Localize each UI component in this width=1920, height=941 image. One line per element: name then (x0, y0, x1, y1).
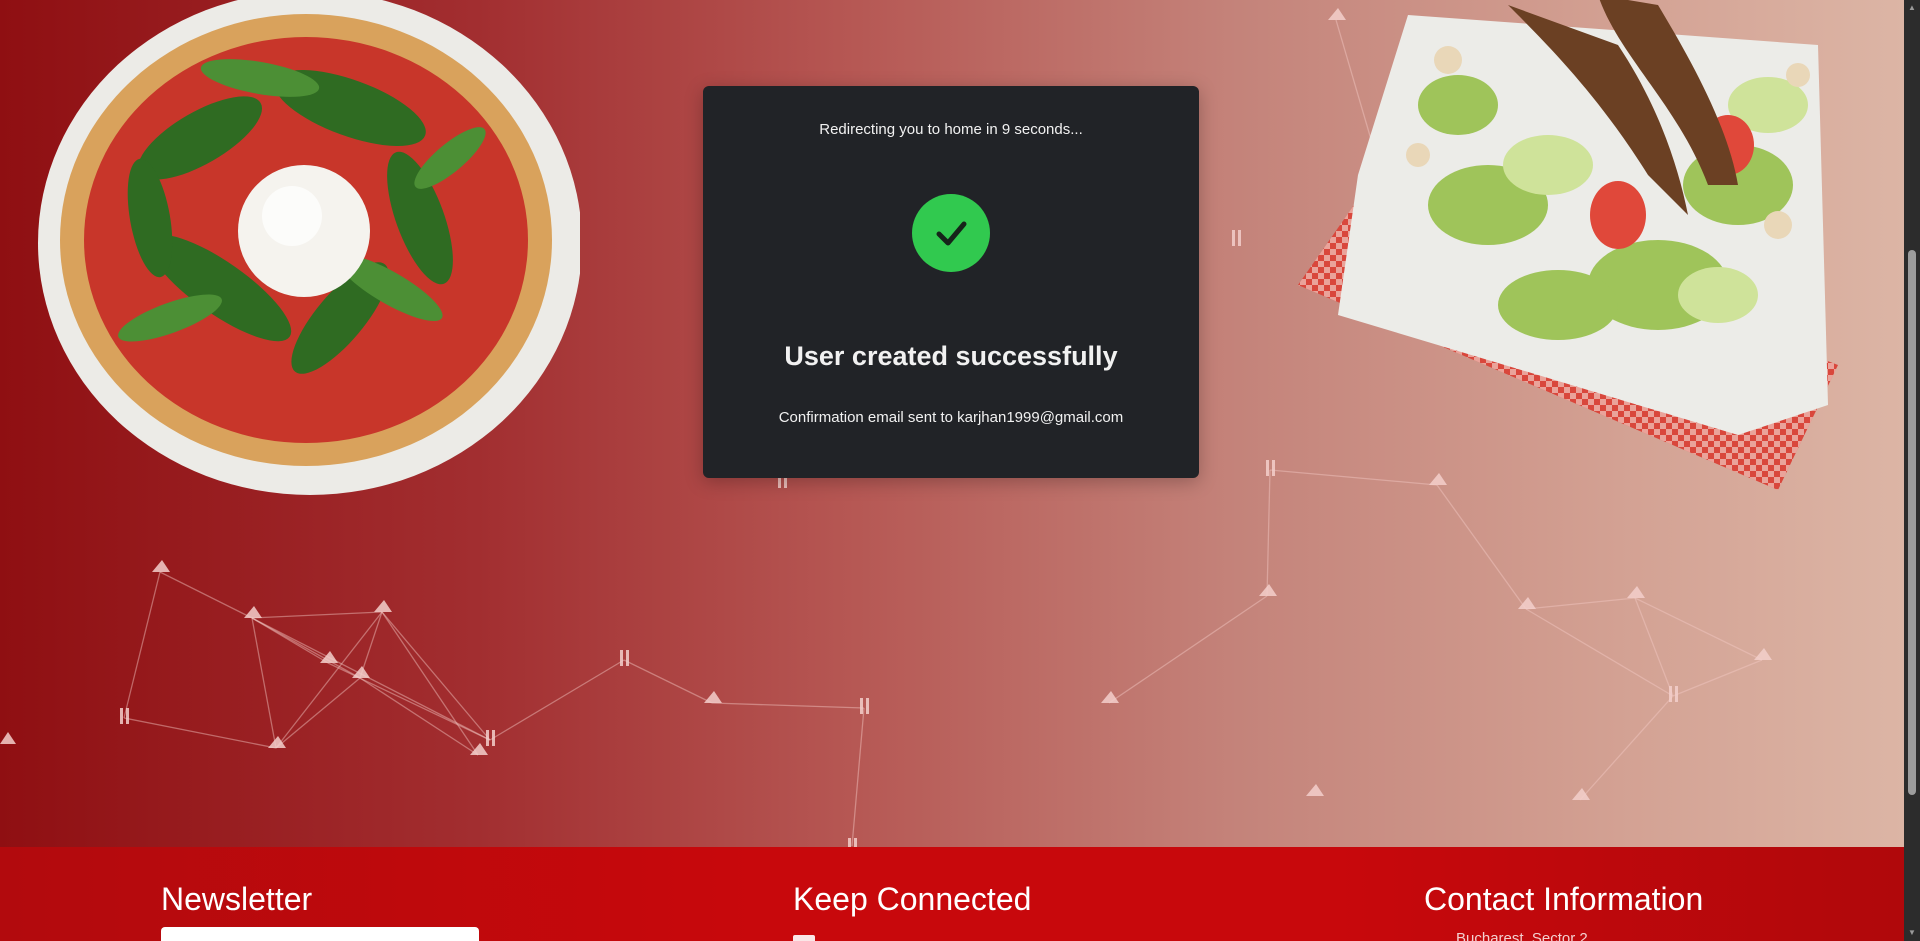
newsletter-email-input[interactable] (161, 927, 479, 941)
contact-address: Bucharest, Sector 2 (1456, 930, 1588, 941)
keep-connected-title: Keep Connected (793, 881, 1032, 917)
checkmark-glyph (936, 221, 967, 246)
salad-image (1298, 0, 1838, 490)
success-modal: Redirecting you to home in 9 seconds... … (703, 86, 1199, 478)
pizza-image (38, 0, 580, 495)
page-scrollbar[interactable]: ▲ ▼ (1904, 0, 1920, 941)
scroll-down-icon[interactable]: ▼ (1904, 925, 1920, 941)
scroll-thumb[interactable] (1908, 250, 1916, 795)
check-icon (912, 194, 990, 272)
footer: Newsletter Keep Connected Contact Inform… (0, 847, 1904, 941)
redirect-countdown: Redirecting you to home in 9 seconds... (819, 121, 1083, 138)
modal-title: User created successfully (784, 341, 1118, 371)
contact-information-title: Contact Information (1424, 881, 1704, 917)
confirmation-email-text: Confirmation email sent to karjhan1999@g… (778, 409, 1124, 426)
social-icon[interactable] (793, 935, 815, 941)
scroll-up-icon[interactable]: ▲ (1904, 0, 1920, 16)
newsletter-title: Newsletter (161, 881, 313, 917)
